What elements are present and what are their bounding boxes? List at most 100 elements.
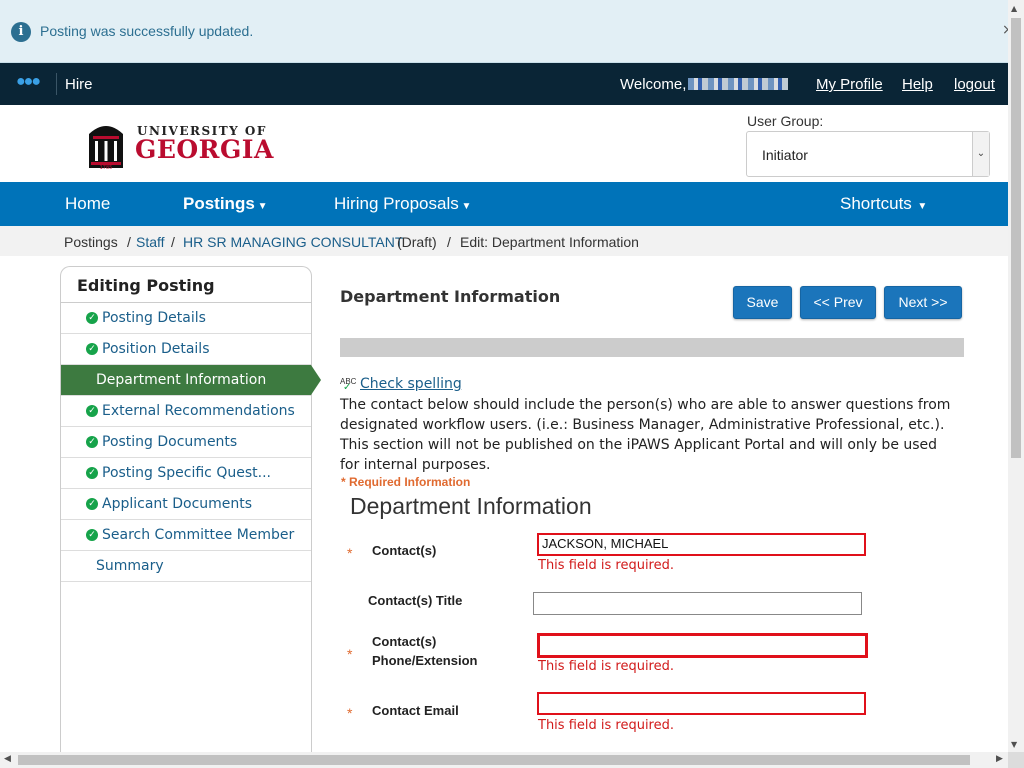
crumb-status: (Draft) xyxy=(397,234,437,250)
crumb-staff[interactable]: Staff xyxy=(136,234,165,250)
crumb-sep: / xyxy=(171,234,175,250)
required-star: * xyxy=(347,545,353,561)
sidebar-item-summary[interactable]: Summary xyxy=(61,551,311,582)
required-note: * Required Information xyxy=(341,475,471,489)
crumb-postings[interactable]: Postings xyxy=(64,234,118,250)
sidebar-item-posting-details[interactable]: ✓ Posting Details xyxy=(61,303,311,334)
chevron-down-icon[interactable]: ⌄ xyxy=(972,132,989,176)
nav-postings-label: Postings xyxy=(183,194,255,213)
section-description: The contact below should include the per… xyxy=(340,397,951,473)
contacts-label: Contact(s) xyxy=(372,543,437,558)
prev-button[interactable]: << Prev xyxy=(800,286,876,319)
check-circle-icon: ✓ xyxy=(86,498,98,510)
nav-shortcuts-label: Shortcuts xyxy=(840,194,912,213)
nav-home[interactable]: Home xyxy=(65,194,110,214)
uga-arch-logo-icon: 1785 xyxy=(89,126,123,170)
check-circle-icon: ✓ xyxy=(86,529,98,541)
contacts-title-label: Contact(s) Title xyxy=(368,593,463,608)
logo-georgia: GEORGIA xyxy=(135,135,274,164)
sidebar-item-department-information[interactable]: Department Information xyxy=(61,365,321,396)
user-group-label: User Group: xyxy=(747,113,824,129)
check-circle-icon: ✓ xyxy=(86,312,98,324)
editing-sidebar: Editing Posting ✓ Posting Details ✓ Posi… xyxy=(60,266,321,756)
scrollbar-thumb[interactable] xyxy=(1011,18,1021,458)
redacted-username xyxy=(688,78,788,90)
required-star: * xyxy=(347,705,353,721)
nav-hiring-proposals[interactable]: Hiring Proposals ▼ xyxy=(334,194,471,214)
welcome-text: Welcome, xyxy=(620,76,687,93)
sidebar-item-posting-documents[interactable]: ✓ Posting Documents xyxy=(61,427,311,458)
scroll-up-icon[interactable]: ▲ xyxy=(1011,4,1017,13)
nav-postings[interactable]: Postings ▼ xyxy=(183,194,267,214)
next-button[interactable]: Next >> xyxy=(884,286,962,319)
check-circle-icon: ✓ xyxy=(86,405,98,417)
my-profile-link[interactable]: My Profile xyxy=(816,76,883,93)
sidebar-item-posting-specific-questions[interactable]: ✓ Posting Specific Quest... xyxy=(61,458,311,489)
email-input[interactable] xyxy=(537,692,866,715)
phone-label-line1: Contact(s) xyxy=(372,634,437,649)
info-icon: i xyxy=(11,22,31,42)
top-bar: ●●● Hire Welcome, My Profile Help logout xyxy=(0,63,1008,105)
sidebar-item-label: Position Details xyxy=(102,341,210,357)
main-nav: Home Postings ▼ Hiring Proposals ▼ Short… xyxy=(0,182,1008,226)
phone-label-line2: Phone/Extension xyxy=(372,653,478,668)
check-circle-icon: ✓ xyxy=(86,467,98,479)
app-name: Hire xyxy=(65,76,93,93)
help-link[interactable]: Help xyxy=(902,76,933,93)
app-menu-icon[interactable]: ●●● xyxy=(16,73,41,91)
horizontal-scrollbar[interactable]: ◀ ▶ xyxy=(0,752,1008,768)
page-title: Department Information xyxy=(340,287,561,306)
contacts-error: This field is required. xyxy=(538,558,674,573)
flash-message: i Posting was successfully updated. × xyxy=(0,0,1014,63)
active-pointer xyxy=(311,365,321,395)
check-circle-icon: ✓ xyxy=(86,343,98,355)
header: 1785 UNIVERSITY OF GEORGIA User Group: I… xyxy=(0,105,1008,182)
sidebar-item-position-details[interactable]: ✓ Position Details xyxy=(61,334,311,365)
crumb-sep: / xyxy=(127,234,131,250)
scrollbar-thumb[interactable] xyxy=(18,755,970,765)
check-circle-icon: ✓ xyxy=(86,436,98,448)
sidebar-title: Editing Posting xyxy=(77,276,215,295)
save-button[interactable]: Save xyxy=(733,286,792,319)
sidebar-item-search-committee-member[interactable]: ✓ Search Committee Member xyxy=(61,520,311,551)
user-group-select[interactable]: Initiator ⌄ xyxy=(746,131,990,177)
nav-hiring-proposals-label: Hiring Proposals xyxy=(334,194,459,213)
sidebar-item-label: Department Information xyxy=(96,372,267,388)
email-error: This field is required. xyxy=(538,718,674,733)
sidebar-item-applicant-documents[interactable]: ✓ Applicant Documents xyxy=(61,489,311,520)
check-icon: ✓ xyxy=(343,382,352,393)
phone-error: This field is required. xyxy=(538,659,674,674)
logout-link[interactable]: logout xyxy=(954,76,995,93)
sidebar-item-label: Posting Details xyxy=(102,310,206,326)
crumb-current: Edit: Department Information xyxy=(460,234,639,250)
user-group-value: Initiator xyxy=(762,147,808,163)
sidebar-item-external-recommendations[interactable]: ✓ External Recommendations xyxy=(61,396,311,427)
progress-bar xyxy=(340,338,964,357)
scroll-right-icon[interactable]: ▶ xyxy=(996,754,1003,764)
sidebar-item-label: External Recommendations xyxy=(102,403,295,419)
sidebar-item-label: Posting Specific Quest... xyxy=(102,465,271,481)
scroll-down-icon[interactable]: ▼ xyxy=(1011,740,1017,749)
crumb-sep: / xyxy=(447,234,451,250)
sidebar-item-label: Search Committee Member xyxy=(102,527,295,543)
svg-text:1785: 1785 xyxy=(100,165,113,170)
caret-down-icon: ▼ xyxy=(254,201,268,212)
divider xyxy=(56,73,57,95)
scroll-left-icon[interactable]: ◀ xyxy=(4,754,11,764)
contacts-input[interactable]: JACKSON, MICHAEL xyxy=(537,533,866,556)
sidebar-item-label: Posting Documents xyxy=(102,434,238,450)
caret-down-icon: ▼ xyxy=(911,201,928,212)
crumb-posting[interactable]: HR SR MANAGING CONSULTANT xyxy=(183,234,403,250)
contacts-title-input[interactable] xyxy=(533,592,862,615)
section-heading: Department Information xyxy=(350,493,592,519)
check-spelling-link[interactable]: Check spelling xyxy=(360,376,462,392)
required-star: * xyxy=(347,646,353,662)
caret-down-icon: ▼ xyxy=(458,201,472,212)
flash-text: Posting was successfully updated. xyxy=(40,23,254,39)
scrollbar-corner xyxy=(1008,752,1024,768)
phone-input[interactable] xyxy=(537,633,868,658)
vertical-scrollbar[interactable]: ▲ ▼ xyxy=(1008,0,1024,752)
email-label: Contact Email xyxy=(372,703,459,718)
nav-shortcuts[interactable]: Shortcuts ▼ xyxy=(840,194,927,214)
sidebar-item-label: Summary xyxy=(96,558,164,574)
